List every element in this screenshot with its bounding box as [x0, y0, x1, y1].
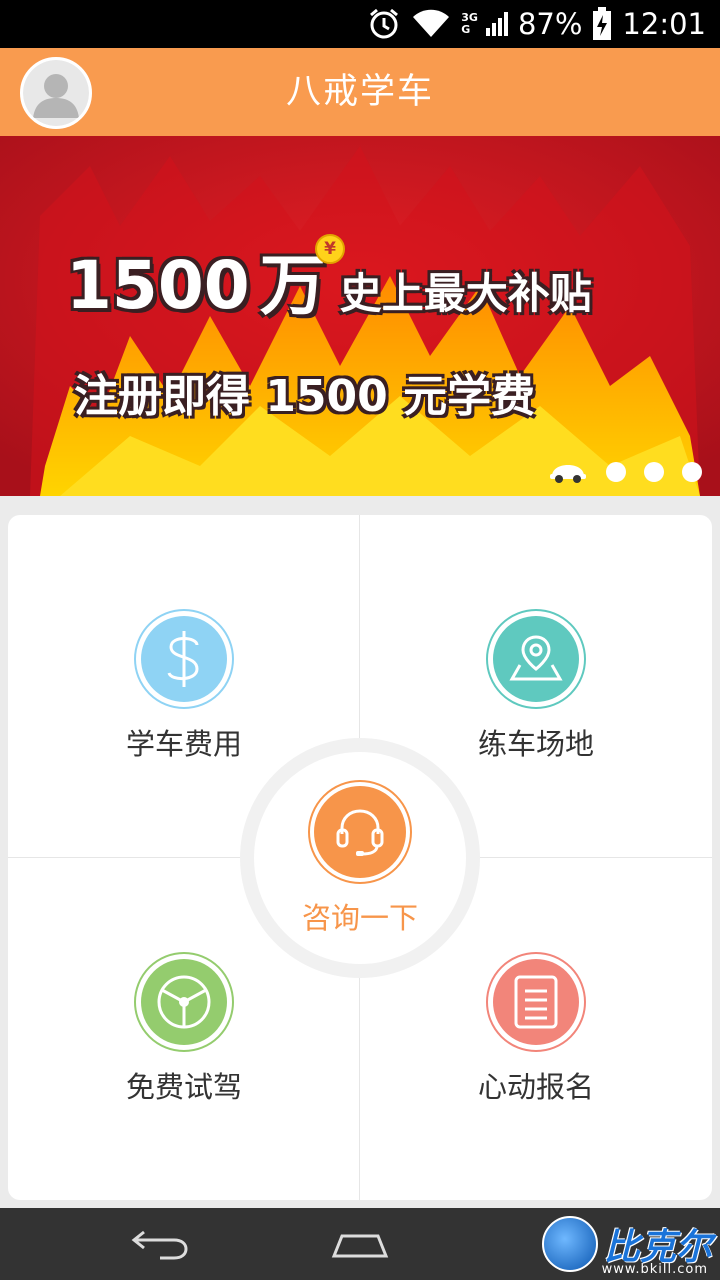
map-location-icon	[493, 616, 579, 702]
dollar-icon	[141, 616, 227, 702]
pager-dot[interactable]	[682, 462, 702, 482]
title-bar: 八戒学车	[0, 48, 720, 136]
back-button[interactable]	[120, 1220, 200, 1268]
watermark-url: www.bkill.com	[601, 1262, 708, 1277]
network-type: 3G G	[461, 11, 478, 36]
page-title: 八戒学车	[285, 72, 434, 112]
pager-dot[interactable]	[644, 462, 664, 482]
headset-icon	[314, 786, 406, 878]
steering-wheel-icon	[141, 959, 227, 1045]
battery-charging-icon	[592, 7, 612, 41]
document-icon	[493, 959, 579, 1045]
car-indicator-icon	[550, 465, 586, 483]
consult-icon-ring	[308, 780, 412, 884]
back-arrow-icon	[131, 1230, 188, 1260]
menu-label-trial: 免费试驾	[125, 1070, 242, 1104]
clock: 12:01	[622, 7, 706, 41]
wifi-icon	[411, 9, 451, 39]
alarm-icon	[367, 7, 401, 41]
battery-percent: 87%	[517, 7, 583, 41]
consult-label: 咨询一下	[301, 901, 418, 935]
signal-icon	[485, 12, 508, 36]
subsidy-headline: 史上最大补贴	[339, 269, 592, 318]
yuan-coin-icon: ¥	[315, 234, 345, 264]
pager-dot[interactable]	[606, 462, 626, 482]
menu-label-signup: 心动报名	[477, 1070, 594, 1104]
home-icon	[331, 1234, 389, 1258]
subsidy-amount: 1500	[66, 247, 250, 324]
home-button[interactable]	[320, 1220, 400, 1268]
status-bar: 3G G 87% 12:01	[0, 0, 720, 48]
banner-pager	[548, 460, 702, 484]
banner-subline: 注册即得 1500 元学费	[74, 371, 536, 422]
promo-banner[interactable]: 1500 万 史上最大补贴 ¥ 注册即得 1500 元学费	[0, 136, 720, 496]
watermark-logo-icon	[541, 1216, 598, 1272]
